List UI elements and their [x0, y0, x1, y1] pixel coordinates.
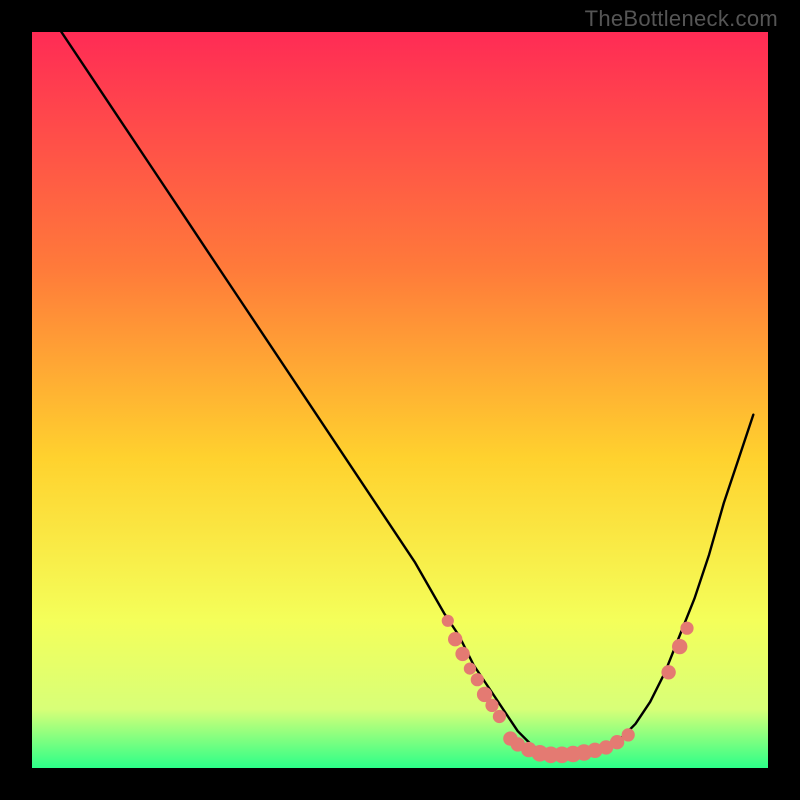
plot-area — [32, 32, 768, 768]
curve-marker — [442, 615, 454, 627]
chart-container: TheBottleneck.com — [0, 0, 800, 800]
curve-marker — [672, 639, 687, 654]
bottleneck-chart — [32, 32, 768, 768]
curve-marker — [485, 699, 498, 712]
watermark-text: TheBottleneck.com — [585, 6, 778, 32]
curve-marker — [680, 622, 693, 635]
gradient-background — [32, 32, 768, 768]
curve-marker — [471, 673, 484, 686]
curve-marker — [464, 663, 476, 675]
curve-marker — [448, 632, 462, 646]
curve-marker — [622, 728, 635, 741]
curve-marker — [661, 665, 675, 679]
curve-marker — [455, 647, 469, 661]
curve-marker — [493, 710, 506, 723]
